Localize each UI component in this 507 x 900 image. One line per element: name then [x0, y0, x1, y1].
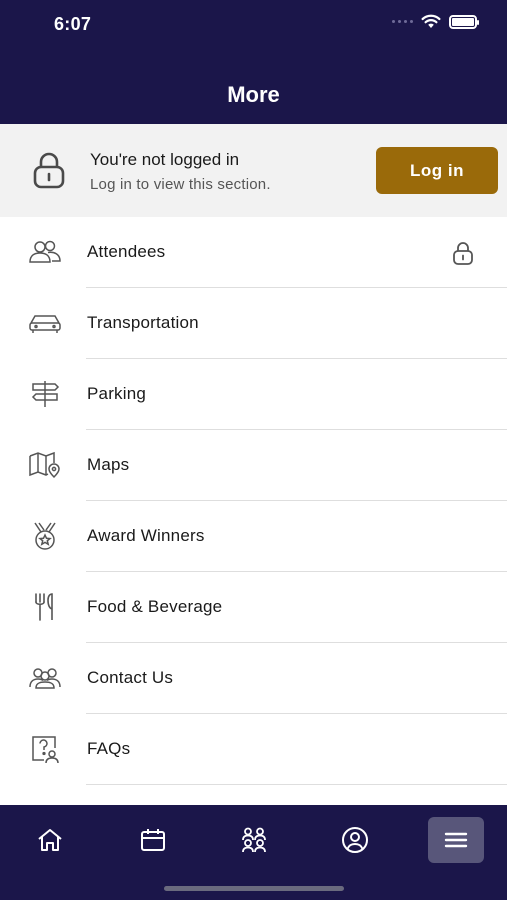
menu-item-parking[interactable]: Parking — [0, 359, 507, 430]
menu-item-contact-us[interactable]: Contact Us — [0, 643, 507, 714]
menu-item-faqs[interactable]: FAQs — [0, 714, 507, 785]
menu-item-label: Transportation — [87, 313, 199, 332]
login-title: You're not logged in — [90, 150, 240, 169]
calendar-icon — [141, 829, 165, 851]
divider — [86, 784, 507, 785]
people-icon — [242, 827, 266, 853]
status-time: 6:07 — [54, 14, 92, 34]
tab-home[interactable] — [22, 817, 78, 863]
login-button[interactable]: Log in — [376, 147, 498, 194]
signpost-icon — [28, 379, 62, 409]
menu-item-maps[interactable]: Maps — [0, 430, 507, 501]
faq-icon — [28, 734, 62, 764]
battery-icon — [449, 14, 479, 29]
menu-item-award-winners[interactable]: Award Winners — [0, 501, 507, 572]
profile-icon — [342, 827, 368, 853]
menu-item-label: Food & Beverage — [87, 597, 223, 616]
menu-item-label: Attendees — [87, 242, 166, 261]
wifi-icon — [421, 14, 441, 28]
tab-profile[interactable] — [327, 817, 383, 863]
menu-item-transportation[interactable]: Transportation — [0, 288, 507, 359]
menu-item-label: FAQs — [87, 739, 131, 758]
page-title: More — [227, 82, 280, 107]
menu-item-label: Maps — [87, 455, 130, 474]
status-icons — [392, 14, 479, 29]
menu-icon — [444, 832, 468, 848]
fork-knife-icon — [28, 592, 62, 622]
tab-schedule[interactable] — [125, 817, 181, 863]
login-subtitle: Log in to view this section. — [90, 176, 271, 193]
menu-item-label: Award Winners — [87, 526, 205, 545]
tab-people[interactable] — [226, 817, 282, 863]
menu-item-attendees[interactable]: Attendees — [0, 217, 507, 288]
lock-icon — [453, 242, 473, 265]
signal-icon — [392, 20, 413, 23]
home-icon — [38, 829, 62, 851]
tab-more[interactable] — [428, 817, 484, 863]
medal-icon — [28, 521, 62, 551]
menu-item-label: Parking — [87, 384, 147, 403]
contact-people-icon — [28, 663, 62, 693]
map-icon — [28, 450, 62, 480]
menu-item-food-beverage[interactable]: Food & Beverage — [0, 572, 507, 643]
lock-icon — [33, 152, 65, 189]
car-icon — [28, 308, 62, 338]
attendees-icon — [28, 237, 62, 267]
home-indicator[interactable] — [164, 886, 344, 891]
app-header: 6:07 More — [0, 0, 507, 124]
menu-item-label: Contact Us — [87, 668, 174, 687]
